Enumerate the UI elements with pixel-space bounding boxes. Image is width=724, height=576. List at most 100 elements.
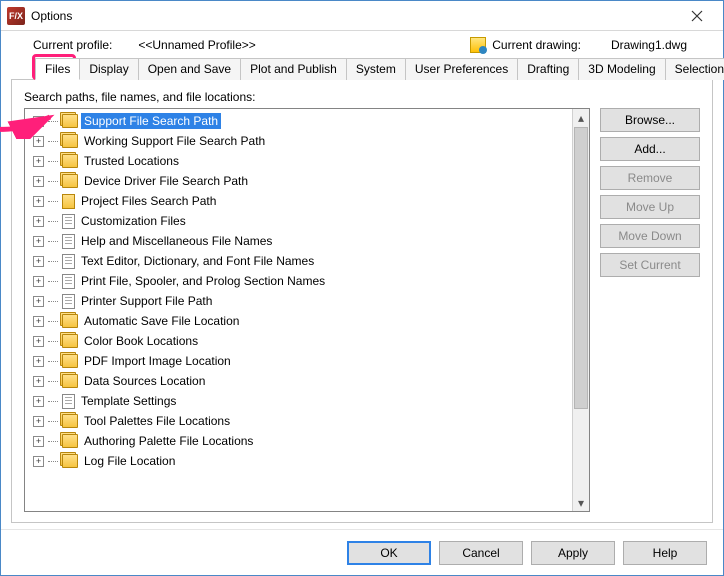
tree-item-label: Working Support File Search Path [81, 133, 268, 149]
folder-stack-icon [62, 354, 78, 368]
tree-item-label: Template Settings [78, 393, 179, 409]
tree-item[interactable]: + Authoring Palette File Locations [27, 431, 572, 451]
tree-item-label: Project Files Search Path [78, 193, 219, 209]
current-profile-value: <<Unnamed Profile>> [138, 38, 255, 52]
expand-toggle[interactable]: + [33, 416, 44, 427]
folder-stack-icon [62, 314, 78, 328]
cancel-button[interactable]: Cancel [439, 541, 523, 565]
tree-item[interactable]: + Project Files Search Path [27, 191, 572, 211]
scroll-down-button[interactable]: ▾ [573, 494, 589, 511]
tab-display[interactable]: Display [79, 58, 138, 80]
tree-item-label: Support File Search Path [81, 113, 221, 129]
side-button-column: Browse...Add...RemoveMove UpMove DownSet… [600, 108, 700, 512]
expand-toggle[interactable]: + [33, 136, 44, 147]
expand-toggle[interactable]: + [33, 276, 44, 287]
title-bar: F/X Options [1, 1, 723, 31]
expand-toggle[interactable]: + [33, 116, 44, 127]
tab-strip: FilesDisplayOpen and SavePlot and Publis… [11, 57, 713, 80]
document-icon [62, 254, 75, 269]
tree-item[interactable]: +Tool Palettes File Locations [27, 411, 572, 431]
drawing-icon [470, 37, 486, 53]
expand-toggle[interactable]: + [33, 456, 44, 467]
expand-toggle[interactable]: + [33, 256, 44, 267]
tree-item[interactable]: + Working Support File Search Path [27, 131, 572, 151]
expand-toggle[interactable]: + [33, 336, 44, 347]
tree-item-label: Authoring Palette File Locations [81, 433, 256, 449]
tree-item-label: Print File, Spooler, and Prolog Section … [78, 273, 328, 289]
current-profile-label: Current profile: [33, 38, 112, 52]
expand-toggle[interactable]: + [33, 376, 44, 387]
expand-toggle[interactable]: + [33, 196, 44, 207]
document-icon [62, 214, 75, 229]
tree-item[interactable]: + Customization Files [27, 211, 572, 231]
tab-drafting[interactable]: Drafting [517, 58, 579, 80]
expand-toggle[interactable]: + [33, 436, 44, 447]
tree-item[interactable]: +Printer Support File Path [27, 291, 572, 311]
folder-stack-icon [62, 454, 78, 468]
current-drawing-value: Drawing1.dwg [611, 38, 687, 52]
tree-item[interactable]: +Automatic Save File Location [27, 311, 572, 331]
expand-toggle[interactable]: + [33, 236, 44, 247]
tab-selection[interactable]: Selection [665, 58, 724, 80]
close-button[interactable] [675, 2, 719, 30]
tree-item[interactable]: +Help and Miscellaneous File Names [27, 231, 572, 251]
tree-item[interactable]: +Data Sources Location [27, 371, 572, 391]
folder-stack-icon [62, 374, 78, 388]
tab-open-and-save[interactable]: Open and Save [138, 58, 241, 80]
scrollbar-vertical[interactable]: ▴ ▾ [572, 109, 589, 511]
set-current-button: Set Current [600, 253, 700, 277]
tree-item[interactable]: +Device Driver File Search Path [27, 171, 572, 191]
tree-item[interactable]: + Print File, Spooler, and Prolog Section… [27, 271, 572, 291]
tree-item[interactable]: + PDF Import Image Location [27, 351, 572, 371]
tab-3d-modeling[interactable]: 3D Modeling [578, 58, 665, 80]
tree-item[interactable]: + Template Settings [27, 391, 572, 411]
app-icon: F/X [7, 7, 25, 25]
add-button[interactable]: Add... [600, 137, 700, 161]
tree-item-label: Text Editor, Dictionary, and Font File N… [78, 253, 317, 269]
browse-button[interactable]: Browse... [600, 108, 700, 132]
window-title: Options [31, 9, 675, 23]
scroll-up-button[interactable]: ▴ [573, 109, 589, 126]
tree-item[interactable]: +Color Book Locations [27, 331, 572, 351]
document-icon [62, 274, 75, 289]
tree-label: Search paths, file names, and file locat… [24, 90, 700, 104]
expand-toggle[interactable]: + [33, 176, 44, 187]
folder-stack-icon [62, 114, 78, 128]
tab-user-preferences[interactable]: User Preferences [405, 58, 518, 80]
tree-view[interactable]: + Support File Search Path + Working Suppor… [24, 108, 590, 512]
tree-item[interactable]: + Trusted Locations [27, 151, 572, 171]
folder-stack-icon [62, 334, 78, 348]
apply-button[interactable]: Apply [531, 541, 615, 565]
folder-stack-icon [62, 154, 78, 168]
expand-toggle[interactable]: + [33, 216, 44, 227]
tree-item[interactable]: + Text Editor, Dictionary, and Font File … [27, 251, 572, 271]
folder-stack-icon [62, 134, 78, 148]
help-button[interactable]: Help [623, 541, 707, 565]
tree-item-label: Trusted Locations [81, 153, 182, 169]
expand-toggle[interactable]: + [33, 396, 44, 407]
options-dialog: F/X Options Current profile: <<Unnamed P… [0, 0, 724, 576]
tab-panel-files: Search paths, file names, and file locat… [11, 80, 713, 523]
tree-item[interactable]: + Support File Search Path [27, 111, 572, 131]
tree-item-label: PDF Import Image Location [81, 353, 234, 369]
folder-stack-icon [62, 434, 78, 448]
document-icon [62, 294, 75, 309]
folder-stack-icon [62, 174, 78, 188]
tree-item[interactable]: +Log File Location [27, 451, 572, 471]
ok-button[interactable]: OK [347, 541, 431, 565]
expand-toggle[interactable]: + [33, 296, 44, 307]
tab-files[interactable]: Files [35, 58, 80, 80]
tab-plot-and-publish[interactable]: Plot and Publish [240, 58, 347, 80]
move-up-button: Move Up [600, 195, 700, 219]
close-icon [691, 10, 703, 22]
tree-item-label: Customization Files [78, 213, 189, 229]
folder-stack-icon [62, 414, 78, 428]
expand-toggle[interactable]: + [33, 316, 44, 327]
expand-toggle[interactable]: + [33, 156, 44, 167]
dialog-footer: OK Cancel Apply Help [1, 529, 723, 575]
scroll-thumb[interactable] [574, 127, 588, 409]
expand-toggle[interactable]: + [33, 356, 44, 367]
project-icon [62, 194, 75, 209]
tab-system[interactable]: System [346, 58, 406, 80]
move-down-button: Move Down [600, 224, 700, 248]
